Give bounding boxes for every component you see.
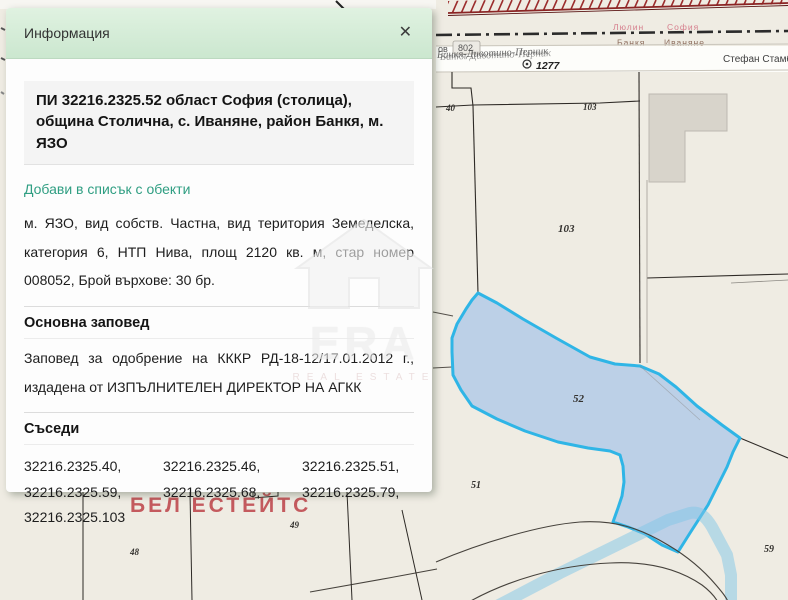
neighbor-id: 32216.2325.103 <box>24 505 163 530</box>
parcel-label-48: 48 <box>129 547 140 557</box>
svg-text:1277: 1277 <box>536 60 561 72</box>
neighbors-heading: Съседи <box>24 412 414 445</box>
boundary-label-sofia: София <box>667 22 699 32</box>
info-panel-header: Информация ✕ <box>6 8 432 59</box>
building-footprint <box>649 94 727 182</box>
order-heading: Основна заповед <box>24 306 414 339</box>
map-edge-mark <box>1 92 4 94</box>
info-panel: Информация ✕ ПИ 32216.2325.52 област Соф… <box>6 8 432 492</box>
neighbor-id: 32216.2325.46, <box>163 454 302 479</box>
neighbor-id: 32216.2325.79, <box>302 480 414 505</box>
parcel-label-40: 40 <box>445 103 456 113</box>
railway-line <box>448 0 788 16</box>
property-details: м. ЯЗО, вид собств. Частна, вид територи… <box>24 209 414 295</box>
neighbor-id: 32216.2325.68, <box>163 480 302 505</box>
parcel-label-103: 103 <box>558 223 575 235</box>
order-text: Заповед за одобрение на КККР РД-18-12/17… <box>24 344 414 401</box>
parcel-label-52: 52 <box>573 393 585 405</box>
neighbor-id: 32216.2325.40, <box>24 454 163 479</box>
parcel-label-103-top: 103 <box>583 102 597 112</box>
boundary-label-lyulin: Люлин <box>613 22 644 32</box>
neighbor-id: 32216.2325.59, <box>24 480 163 505</box>
panel-title: Информация <box>24 25 110 41</box>
property-title: ПИ 32216.2325.52 област София (столица),… <box>24 81 414 165</box>
map-edge-mark <box>1 28 5 30</box>
map-edge-mark <box>1 58 5 60</box>
close-icon[interactable]: ✕ <box>395 23 416 43</box>
parcel-label-51: 51 <box>471 480 481 491</box>
parcel-label-59: 59 <box>764 544 774 555</box>
panel-body: ПИ 32216.2325.52 област София (столица),… <box>6 81 432 530</box>
neighbors-list: 32216.2325.40, 32216.2325.46, 32216.2325… <box>24 454 414 530</box>
add-to-list-link[interactable]: Добави в списък с обекти <box>24 181 190 197</box>
street-name-stamboliyski: Стефан Стамб <box>723 53 788 65</box>
municipal-boundary-line <box>436 31 788 35</box>
app-viewport: Люлин София Банкя Иваняне Стефан Стамб о… <box>0 0 788 600</box>
neighbor-id: 32216.2325.51, <box>302 454 414 479</box>
